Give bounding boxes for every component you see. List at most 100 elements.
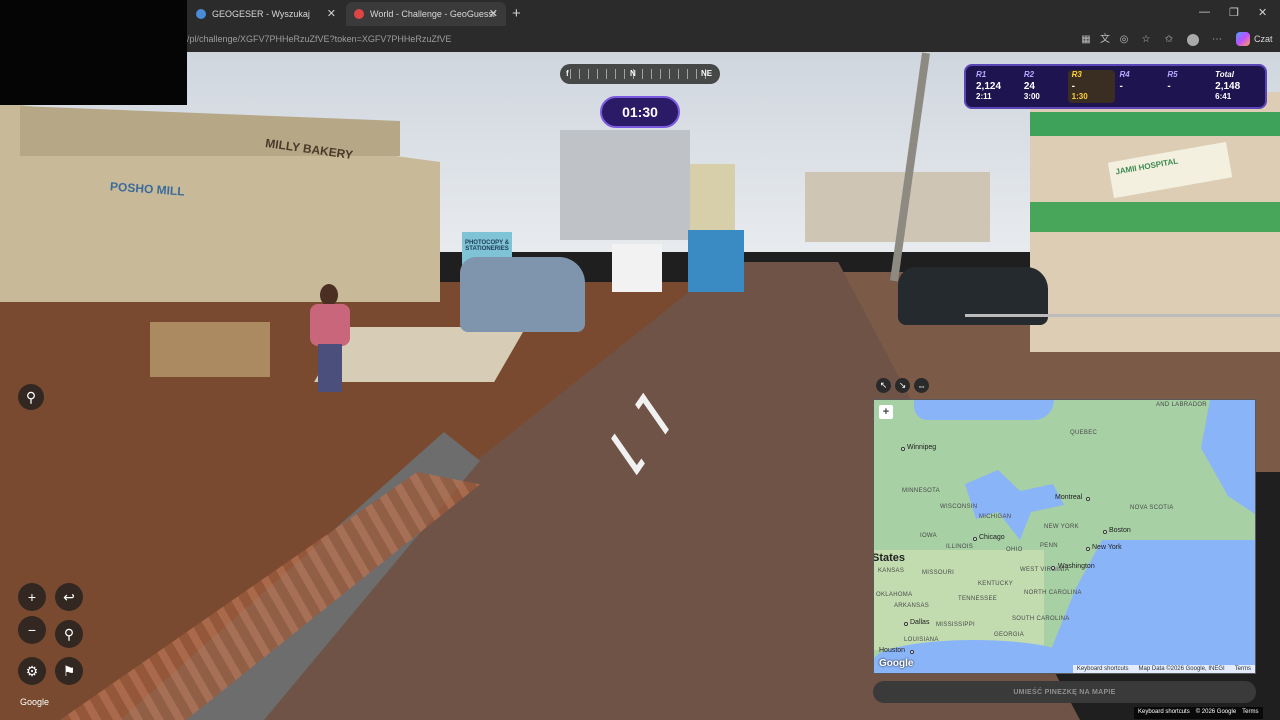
return-to-start-button[interactable]: ⚑ bbox=[55, 657, 83, 685]
right-building-green-band bbox=[1030, 112, 1280, 136]
map-label: TENNESSEE bbox=[958, 596, 998, 602]
close-window-button[interactable]: ✕ bbox=[1258, 6, 1267, 19]
map-label: ILLINOIS bbox=[946, 544, 974, 550]
map-label: MICHIGAN bbox=[979, 514, 1012, 520]
tab-geogeser[interactable]: GEOGESER - Wyszukaj ✕ bbox=[188, 2, 344, 26]
settings-button[interactable]: ⚙ bbox=[18, 657, 46, 685]
city-label: Montreal bbox=[1055, 494, 1083, 501]
pedestrian-head bbox=[320, 284, 338, 306]
city-label: Dallas bbox=[910, 619, 930, 626]
map-label: OKLAHOMA bbox=[876, 592, 913, 598]
wooden-bench bbox=[150, 322, 270, 377]
city-label: Winnipeg bbox=[907, 444, 937, 451]
map-label: GEORGIA bbox=[994, 632, 1025, 638]
round-3-score: R3 - 1:30 bbox=[1067, 70, 1116, 103]
map-keyboard-shortcuts-link[interactable]: Keyboard shortcuts bbox=[1077, 666, 1129, 672]
mid-building bbox=[560, 130, 690, 240]
app-icon[interactable]: ▦ bbox=[1080, 34, 1092, 46]
minimize-button[interactable]: — bbox=[1199, 6, 1210, 18]
tab-title: World - Challenge - GeoGuessr bbox=[370, 9, 496, 19]
checkpoint-button[interactable]: ⚲ bbox=[55, 620, 83, 648]
round-time: 3:00 bbox=[1023, 92, 1040, 101]
map-terms-link[interactable]: Terms bbox=[1235, 666, 1251, 672]
copilot-icon bbox=[1236, 32, 1250, 46]
more-menu-icon[interactable]: ⋯ bbox=[1211, 34, 1223, 46]
tab-geoguessr[interactable]: World - Challenge - GeoGuessr ✕ bbox=[346, 2, 506, 26]
copilot-label: Czat bbox=[1254, 34, 1273, 44]
round-points: - bbox=[1167, 81, 1171, 92]
total-points: 2,148 bbox=[1215, 81, 1241, 92]
zoom-in-button[interactable]: + bbox=[18, 583, 46, 611]
map-label: IOWA bbox=[920, 533, 937, 539]
round-4-score: R4 - bbox=[1115, 70, 1163, 103]
scoreboard: R1 2,124 2:11 R2 24 3:00 R3 - 1:30 R4 - … bbox=[964, 64, 1267, 109]
tracking-icon[interactable]: ◎ bbox=[1118, 34, 1130, 46]
round-points: - bbox=[1119, 81, 1123, 92]
url-field[interactable]: /pl/challenge/XGFV7PHHeRzuZfVE?token=XGF… bbox=[187, 34, 451, 44]
webcam-overlay bbox=[0, 0, 187, 105]
city-marker bbox=[901, 447, 905, 451]
total-time: 6:41 bbox=[1215, 92, 1232, 101]
map-label: NORTH CAROLINA bbox=[1024, 590, 1082, 596]
new-tab-button[interactable]: + bbox=[512, 5, 521, 22]
map-zoom-in-button[interactable]: + bbox=[879, 405, 893, 419]
city-label: Houston bbox=[879, 647, 906, 654]
right-building-green-band bbox=[1030, 202, 1280, 232]
hudson-bay bbox=[914, 400, 1054, 420]
city-label: Washington bbox=[1058, 563, 1095, 570]
address-bar: /pl/challenge/XGFV7PHHeRzuZfVE?token=XGF… bbox=[0, 28, 1280, 52]
map-label: OHIO bbox=[1006, 547, 1023, 553]
pedestrian-body bbox=[310, 304, 350, 346]
profile-avatar[interactable] bbox=[1187, 34, 1199, 46]
tab-close-icon[interactable]: ✕ bbox=[327, 7, 336, 20]
map-enlarge-icon[interactable]: ↖ bbox=[876, 378, 891, 393]
round-points: - bbox=[1071, 81, 1075, 92]
total-label: Total bbox=[1215, 70, 1234, 79]
location-pin-icon[interactable]: ⚲ bbox=[18, 384, 44, 410]
page-footer: Keyboard shortcuts © 2026 Google Terms bbox=[1134, 707, 1263, 719]
round-time: 2:11 bbox=[976, 92, 992, 101]
translate-icon[interactable]: 文 bbox=[1099, 34, 1111, 46]
zoom-out-button[interactable]: − bbox=[18, 616, 46, 644]
favorite-star-icon[interactable]: ☆ bbox=[1140, 34, 1152, 46]
map-shrink-icon[interactable]: ↘ bbox=[895, 378, 910, 393]
city-marker bbox=[910, 650, 914, 654]
map-label: PENN bbox=[1040, 543, 1058, 549]
round-label: R1 bbox=[976, 70, 987, 79]
tab-close-icon[interactable]: ✕ bbox=[489, 7, 498, 20]
undo-move-button[interactable]: ↩ bbox=[55, 583, 83, 611]
restore-button[interactable]: ❐ bbox=[1229, 6, 1239, 19]
compass[interactable]: f N NE bbox=[560, 64, 720, 84]
map-label: NEW YORK bbox=[1044, 524, 1079, 530]
blue-truck bbox=[688, 230, 744, 292]
tab-favicon-icon bbox=[354, 9, 364, 19]
copilot-button[interactable]: Czat bbox=[1236, 32, 1273, 46]
total-score: Total 2,148 6:41 bbox=[1211, 70, 1259, 103]
round-label: R3 bbox=[1071, 70, 1082, 79]
keyboard-shortcuts-link[interactable]: Keyboard shortcuts bbox=[1138, 709, 1190, 717]
guess-map[interactable]: + AND LABRADOR QUEBEC MINNESOTA WISCONSI… bbox=[873, 399, 1256, 674]
city-label: Boston bbox=[1109, 527, 1131, 534]
pedestrian bbox=[308, 284, 352, 394]
place-pin-button[interactable]: UMIEŚĆ PINEZKĘ NA MAPIE bbox=[873, 681, 1256, 703]
map-pin-toggle-icon[interactable]: ⇔ bbox=[914, 378, 929, 393]
terms-link[interactable]: Terms bbox=[1242, 709, 1258, 717]
map-google-logo: Google bbox=[879, 658, 914, 669]
compass-west-marker: f bbox=[566, 69, 569, 78]
round-points: 24 bbox=[1023, 81, 1035, 92]
map-label: SOUTH CAROLINA bbox=[1012, 616, 1070, 622]
city-label: Chicago bbox=[979, 534, 1005, 541]
pedestrian-legs bbox=[318, 344, 342, 392]
favorites-icon[interactable]: ✩ bbox=[1163, 34, 1175, 46]
white-truck bbox=[612, 244, 662, 292]
round-points: 2,124 bbox=[976, 81, 1002, 92]
map-label: LOUISIANA bbox=[904, 637, 939, 643]
map-size-controls: ↖ ↘ ⇔ bbox=[876, 378, 929, 393]
tab-title: GEOGESER - Wyszukaj bbox=[212, 9, 310, 19]
map-label: KANSAS bbox=[878, 568, 905, 574]
metal-railing bbox=[965, 314, 1280, 394]
city-marker bbox=[1051, 566, 1055, 570]
tab-favicon-icon bbox=[196, 9, 206, 19]
map-label: KENTUCKY bbox=[978, 581, 1014, 587]
map-country-label: States bbox=[873, 552, 906, 564]
